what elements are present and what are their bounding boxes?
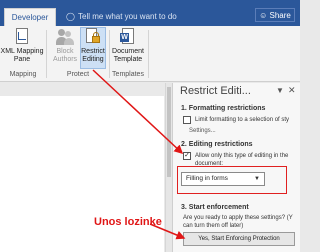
arrow-to-enforce-button xyxy=(149,223,186,240)
arrow-to-editing-restrictions xyxy=(92,69,184,155)
annotation-arrows xyxy=(92,69,186,240)
